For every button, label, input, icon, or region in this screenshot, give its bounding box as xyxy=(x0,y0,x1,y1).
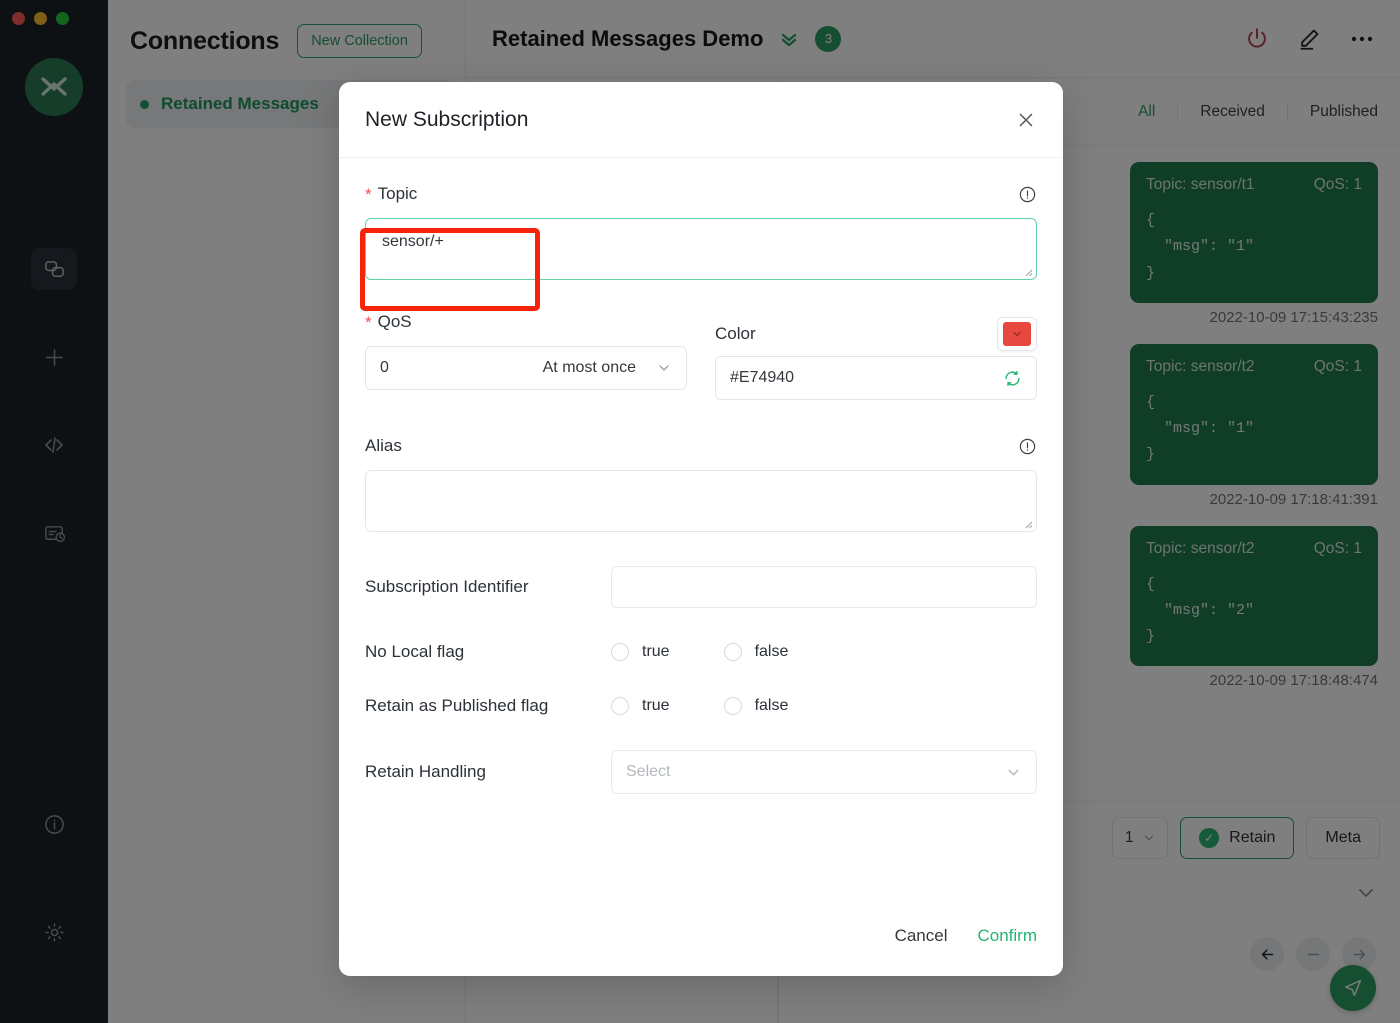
topic-required-mark: * xyxy=(365,184,372,204)
color-hex-input[interactable]: #E74940 xyxy=(715,356,1037,400)
subscription-identifier-label: Subscription Identifier xyxy=(365,577,529,596)
color-label-row: Color xyxy=(715,312,1037,356)
dialog-header: New Subscription xyxy=(339,82,1063,158)
retain-handling-row: Retain Handling Select xyxy=(365,750,1037,794)
radio-label: false xyxy=(754,697,789,714)
dialog-footer: Cancel Confirm xyxy=(339,926,1063,976)
alias-input[interactable] xyxy=(365,470,1037,532)
qos-label: QoS xyxy=(377,312,412,331)
info-circle-icon[interactable] xyxy=(1018,185,1037,204)
radio-label: true xyxy=(642,697,670,714)
info-circle-icon[interactable] xyxy=(1018,437,1037,456)
topic-label: Topic xyxy=(377,184,418,203)
qos-value: 0 xyxy=(380,359,389,376)
radio-circle xyxy=(611,697,629,715)
no-local-flag-radio-group: true false xyxy=(611,643,1037,661)
retain-as-published-radio-group: true false xyxy=(611,697,1037,715)
confirm-button[interactable]: Confirm xyxy=(977,926,1037,946)
qos-label-row: * QoS xyxy=(365,312,687,332)
radio-circle xyxy=(611,643,629,661)
retain-as-published-radio-true[interactable]: true xyxy=(611,697,670,715)
retain-as-published-radio-false[interactable]: false xyxy=(723,697,789,715)
chevron-down-icon xyxy=(1005,764,1022,781)
topic-label-row: * Topic xyxy=(365,184,1037,204)
retain-handling-select[interactable]: Select xyxy=(611,750,1037,794)
no-local-flag-row: No Local flag true false xyxy=(365,642,1037,662)
subscription-identifier-row: Subscription Identifier xyxy=(365,566,1037,608)
subscription-identifier-input[interactable] xyxy=(611,566,1037,608)
color-swatch-button[interactable] xyxy=(997,317,1037,351)
alias-label: Alias xyxy=(365,436,402,455)
chevron-down-icon xyxy=(1013,331,1021,337)
color-hex-value: #E74940 xyxy=(730,369,795,386)
color-field: Color #E74940 xyxy=(715,312,1037,400)
chevron-down-icon xyxy=(656,360,672,376)
alias-label-row: Alias xyxy=(365,436,1037,456)
no-local-flag-radio-false[interactable]: false xyxy=(723,643,789,661)
qos-color-row: * QoS 0 At most once Color #E74940 xyxy=(365,312,1037,400)
dialog-title: New Subscription xyxy=(365,107,529,131)
topic-value: sensor/+ xyxy=(382,233,444,250)
resize-handle[interactable] xyxy=(1021,265,1033,277)
dialog-body: * Topic sensor/+ * QoS 0 At most once Co… xyxy=(339,158,1063,926)
qos-value-text: At most once xyxy=(542,359,636,376)
close-icon[interactable] xyxy=(1015,109,1037,131)
resize-handle[interactable] xyxy=(1021,517,1033,529)
no-local-flag-label: No Local flag xyxy=(365,642,465,661)
new-subscription-dialog: New Subscription * Topic sensor/+ * QoS … xyxy=(339,82,1063,976)
qos-field: * QoS 0 At most once xyxy=(365,312,687,400)
color-label: Color xyxy=(715,324,756,343)
radio-label: false xyxy=(754,643,789,660)
app-root: Connections New Collection Retained Mess… xyxy=(0,0,1400,1023)
radio-circle xyxy=(723,697,742,715)
qos-required-mark: * xyxy=(365,312,372,332)
color-swatch xyxy=(1003,322,1031,346)
refresh-icon[interactable] xyxy=(1003,369,1022,388)
no-local-flag-radio-true[interactable]: true xyxy=(611,643,670,661)
cancel-button[interactable]: Cancel xyxy=(895,926,948,946)
retain-handling-label: Retain Handling xyxy=(365,762,486,781)
radio-circle xyxy=(723,643,742,661)
qos-select[interactable]: 0 At most once xyxy=(365,346,687,390)
retain-handling-placeholder: Select xyxy=(626,763,671,780)
topic-input[interactable]: sensor/+ xyxy=(365,218,1037,280)
retain-as-published-label: Retain as Published flag xyxy=(365,696,549,715)
radio-label: true xyxy=(642,643,670,660)
retain-as-published-row: Retain as Published flag true false xyxy=(365,696,1037,716)
